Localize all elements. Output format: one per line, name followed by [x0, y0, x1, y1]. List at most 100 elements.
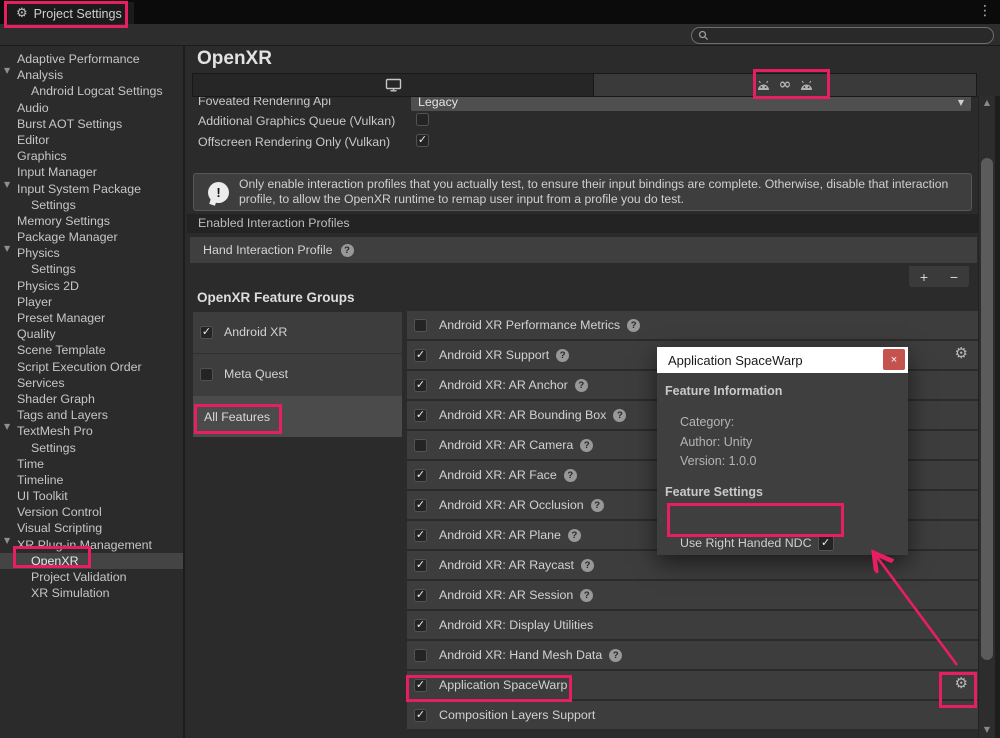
scroll-up-icon[interactable]: ▲	[979, 99, 995, 107]
sidebar-item-label: Scene Template	[17, 343, 106, 357]
sidebar-item-quality[interactable]: Quality	[0, 326, 183, 342]
foldout-icon[interactable]: ▼	[4, 181, 10, 189]
scrollbar-thumb[interactable]	[981, 158, 993, 660]
sidebar-item-ui-toolkit[interactable]: UI Toolkit	[0, 488, 183, 504]
feature-row-android-xr-ar-session[interactable]: ✓Android XR: AR Session?	[407, 581, 979, 609]
sidebar-item-package-manager[interactable]: Package Manager	[0, 229, 183, 245]
feature-label: Android XR: Display Utilities	[439, 618, 593, 632]
foldout-icon[interactable]: ▼	[4, 67, 10, 75]
close-icon[interactable]: ×	[883, 349, 905, 370]
help-icon[interactable]: ?	[341, 244, 354, 257]
feature-checkbox-android-xr-ar-anchor[interactable]: ✓	[414, 379, 427, 392]
offscreen-rendering-checkbox[interactable]: ✓	[416, 134, 429, 147]
feature-row-android-xr-display-utilities[interactable]: ✓ Android XR: Display Utilities	[407, 611, 979, 639]
tab-android-platform[interactable]: ∞	[594, 74, 976, 96]
sidebar-item-settings[interactable]: Settings	[0, 261, 183, 277]
feature-checkbox-android-xr-ar-bounding-box[interactable]: ✓	[414, 409, 427, 422]
sidebar-item-xr-plug-in-management[interactable]: ▼XR Plug-in Management	[0, 537, 183, 553]
feature-row-android-xr-performance-metrics[interactable]: Android XR Performance Metrics?	[407, 311, 979, 339]
feature-row-composition-layers-support[interactable]: ✓Composition Layers Support	[407, 701, 979, 729]
feature-checkbox-application-spacewarp[interactable]: ✓	[414, 679, 427, 692]
feature-checkbox-android-xr-display-utilities[interactable]: ✓	[414, 619, 427, 632]
feature-checkbox-android-xr-ar-face[interactable]: ✓	[414, 469, 427, 482]
sidebar-item-physics[interactable]: ▼Physics	[0, 245, 183, 261]
feature-checkbox-android-xr-ar-camera[interactable]	[414, 439, 427, 452]
sidebar-item-timeline[interactable]: Timeline	[0, 472, 183, 488]
search-input[interactable]	[713, 30, 973, 42]
sidebar-item-project-validation[interactable]: Project Validation	[0, 569, 183, 585]
sidebar-item-input-manager[interactable]: Input Manager	[0, 164, 183, 180]
foldout-icon[interactable]: ▼	[4, 537, 10, 545]
feature-checkbox-android-xr-ar-plane[interactable]: ✓	[414, 529, 427, 542]
feature-group-meta-quest[interactable]: Meta Quest	[193, 354, 402, 396]
feature-gear-icon[interactable]: ⚙	[955, 676, 968, 691]
feature-checkbox-composition-layers-support[interactable]: ✓	[414, 709, 427, 722]
scroll-down-icon[interactable]: ▼	[979, 726, 995, 734]
sidebar-item-player[interactable]: Player	[0, 294, 183, 310]
feature-checkbox-android-xr-hand-mesh-data[interactable]	[414, 649, 427, 662]
sidebar-item-shader-graph[interactable]: Shader Graph	[0, 391, 183, 407]
feature-checkbox-android-xr-ar-raycast[interactable]: ✓	[414, 559, 427, 572]
feature-group-checkbox-android-xr[interactable]: ✓	[200, 326, 213, 339]
hand-interaction-profile-row[interactable]: Hand Interaction Profile ?	[190, 237, 977, 263]
sidebar-item-scene-template[interactable]: Scene Template	[0, 342, 183, 358]
vertical-scrollbar[interactable]: ▲ ▼	[978, 96, 995, 738]
remove-profile-button[interactable]: −	[950, 269, 958, 285]
sidebar-item-graphics[interactable]: Graphics	[0, 148, 183, 164]
sidebar-item-preset-manager[interactable]: Preset Manager	[0, 310, 183, 326]
sidebar-item-audio[interactable]: Audio	[0, 100, 183, 116]
help-icon[interactable]: ?	[568, 529, 581, 542]
sidebar-item-android-logcat-settings[interactable]: Android Logcat Settings	[0, 83, 183, 99]
sidebar-item-burst-aot-settings[interactable]: Burst AOT Settings	[0, 116, 183, 132]
help-icon[interactable]: ?	[564, 469, 577, 482]
sidebar-item-editor[interactable]: Editor	[0, 132, 183, 148]
all-features-item[interactable]: All Features	[193, 396, 402, 437]
sidebar-item-openxr[interactable]: OpenXR	[0, 553, 183, 569]
help-icon[interactable]: ?	[580, 439, 593, 452]
help-icon[interactable]: ?	[556, 349, 569, 362]
sidebar-item-settings[interactable]: Settings	[0, 197, 183, 213]
feature-group-checkbox-meta-quest[interactable]	[200, 368, 213, 381]
feature-label: Android XR Support	[439, 348, 549, 362]
sidebar-item-memory-settings[interactable]: Memory Settings	[0, 213, 183, 229]
add-profile-button[interactable]: +	[920, 269, 928, 285]
sidebar-item-settings[interactable]: Settings	[0, 440, 183, 456]
foldout-icon[interactable]: ▼	[4, 423, 10, 431]
sidebar-item-visual-scripting[interactable]: Visual Scripting	[0, 520, 183, 536]
feature-row-android-xr-hand-mesh-data[interactable]: Android XR: Hand Mesh Data?	[407, 641, 979, 669]
use-right-handed-ndc-checkbox[interactable]: ✓	[818, 535, 834, 551]
sidebar-item-script-execution-order[interactable]: Script Execution Order	[0, 359, 183, 375]
sidebar-item-analysis[interactable]: ▼Analysis	[0, 67, 183, 83]
feature-checkbox-android-xr-ar-occlusion[interactable]: ✓	[414, 499, 427, 512]
sidebar-item-physics-2d[interactable]: Physics 2D	[0, 278, 183, 294]
help-icon[interactable]: ?	[591, 499, 604, 512]
help-icon[interactable]: ?	[581, 559, 594, 572]
sidebar-item-time[interactable]: Time	[0, 456, 183, 472]
help-icon[interactable]: ?	[580, 589, 593, 602]
help-icon[interactable]: ?	[609, 649, 622, 662]
foldout-icon[interactable]: ▼	[4, 245, 10, 253]
feature-row-application-spacewarp[interactable]: ✓Application SpaceWarp⚙	[407, 671, 979, 699]
project-settings-tab[interactable]: ⚙ Project Settings	[8, 2, 134, 25]
feature-group-android-xr[interactable]: ✓Android XR	[193, 312, 402, 354]
kebab-menu-icon[interactable]: ⋮	[978, 4, 992, 18]
foveated-rendering-dropdown[interactable]: Legacy ▼	[411, 97, 971, 111]
additional-graphics-queue-checkbox[interactable]	[416, 113, 429, 126]
sidebar-item-adaptive-performance[interactable]: Adaptive Performance	[0, 51, 183, 67]
feature-row-android-xr-ar-raycast[interactable]: ✓Android XR: AR Raycast?	[407, 551, 979, 579]
sidebar-item-version-control[interactable]: Version Control	[0, 504, 183, 520]
search-box[interactable]	[691, 27, 994, 44]
feature-gear-icon[interactable]: ⚙	[955, 346, 968, 361]
feature-checkbox-android-xr-support[interactable]: ✓	[414, 349, 427, 362]
feature-checkbox-android-xr-ar-session[interactable]: ✓	[414, 589, 427, 602]
sidebar-item-services[interactable]: Services	[0, 375, 183, 391]
help-icon[interactable]: ?	[613, 409, 626, 422]
help-icon[interactable]: ?	[627, 319, 640, 332]
sidebar-item-input-system-package[interactable]: ▼Input System Package	[0, 181, 183, 197]
sidebar-item-xr-simulation[interactable]: XR Simulation	[0, 585, 183, 601]
sidebar-item-tags-and-layers[interactable]: Tags and Layers	[0, 407, 183, 423]
tab-desktop-platform[interactable]	[193, 74, 594, 96]
feature-checkbox-android-xr-performance-metrics[interactable]	[414, 319, 427, 332]
sidebar-item-textmesh-pro[interactable]: ▼TextMesh Pro	[0, 423, 183, 439]
help-icon[interactable]: ?	[575, 379, 588, 392]
